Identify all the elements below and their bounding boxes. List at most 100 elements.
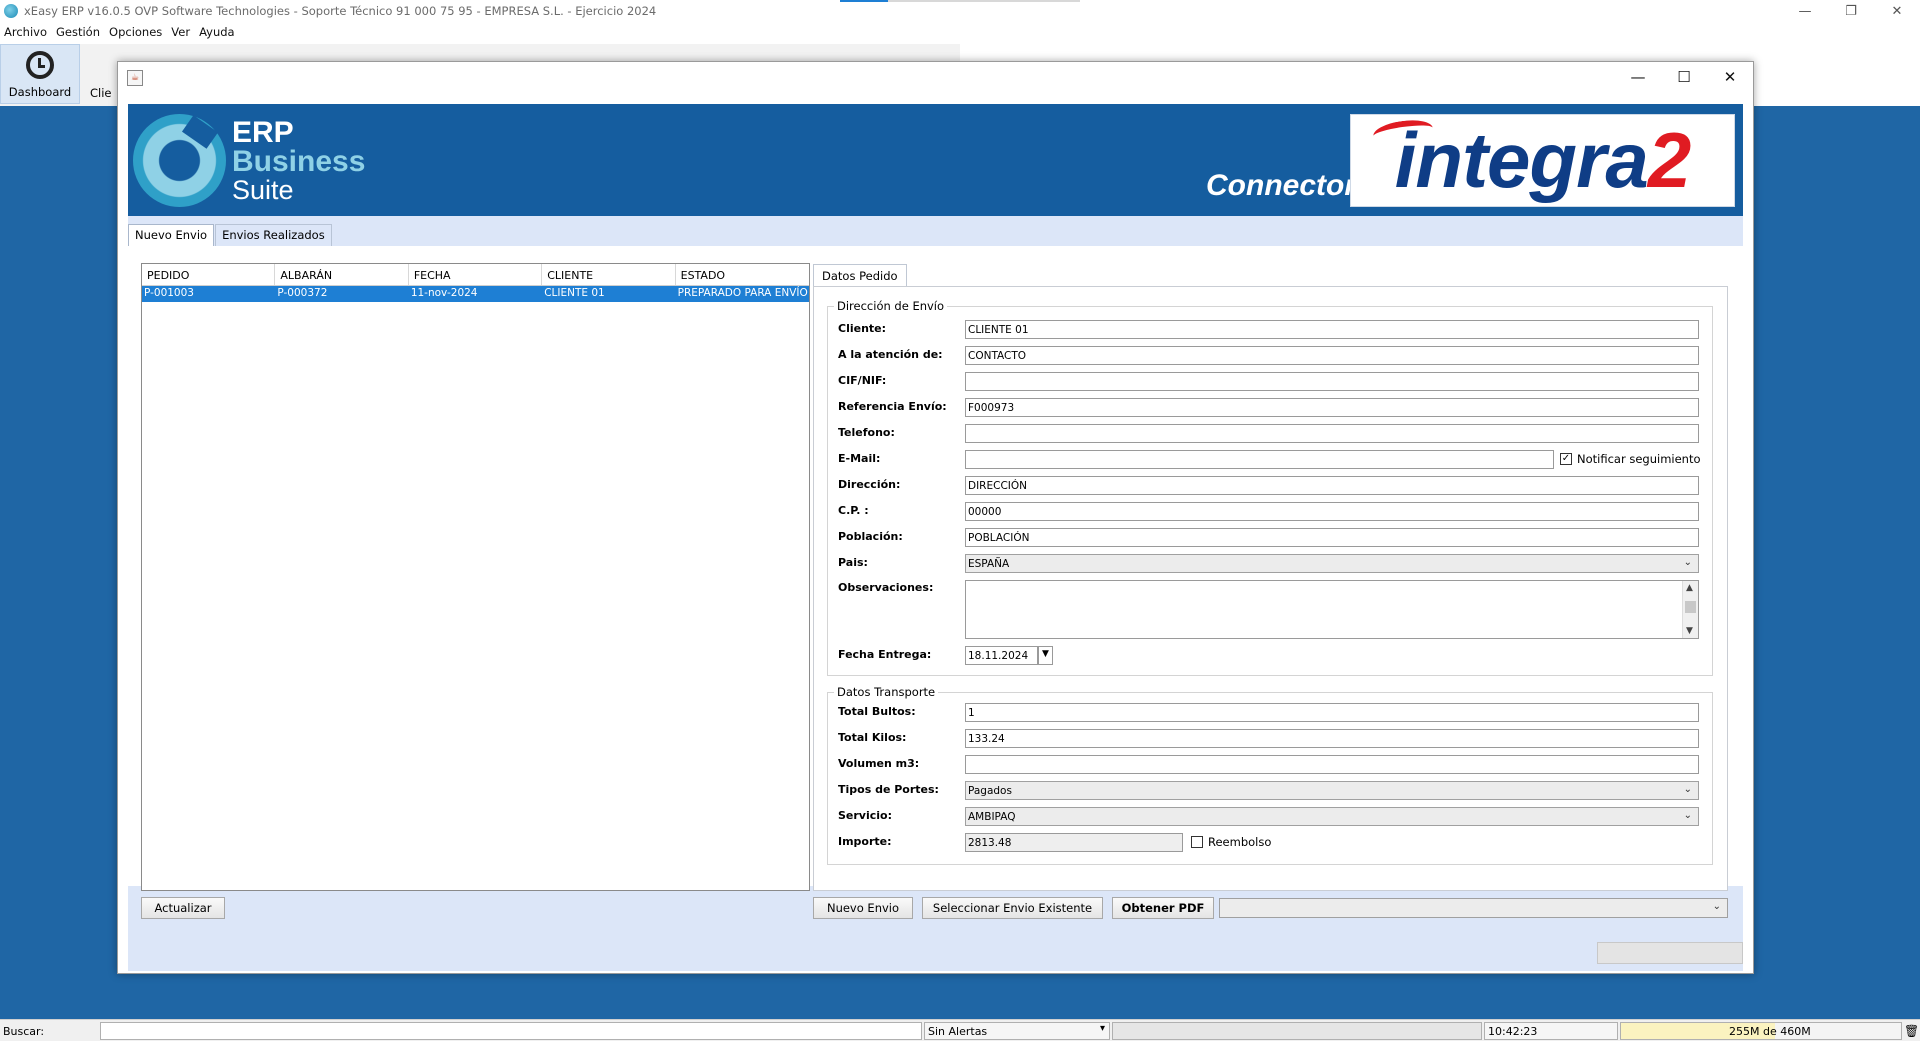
- kilos-field[interactable]: 133.24: [965, 729, 1699, 748]
- erp-logo-line3: Suite: [232, 175, 294, 205]
- pais-select[interactable]: ESPAÑA ⌄: [965, 554, 1699, 573]
- clientes-button[interactable]: Clie: [90, 44, 120, 104]
- volumen-label: Volumen m3:: [838, 757, 920, 770]
- erp-logo-line2: Business: [232, 145, 366, 178]
- dialog-maximize-icon[interactable]: ☐: [1661, 62, 1707, 92]
- title-progress-strip: [840, 0, 1080, 2]
- tab-datos-pedido[interactable]: Datos Pedido: [813, 264, 907, 286]
- calendar-dropdown-icon[interactable]: ▼: [1038, 646, 1053, 665]
- atencion-field[interactable]: CONTACTO: [965, 346, 1699, 365]
- pais-value: ESPAÑA: [968, 558, 1010, 570]
- integra-logo-two: 2: [1647, 116, 1691, 204]
- cliente-label: Cliente:: [838, 322, 887, 335]
- chevron-down-icon: ⌄: [1683, 557, 1692, 568]
- cell-fecha: 11-nov-2024: [410, 287, 478, 299]
- menu-archivo[interactable]: Archivo: [4, 25, 47, 39]
- seleccionar-envio-button[interactable]: Seleccionar Envio Existente: [922, 897, 1103, 919]
- pais-label: Pais:: [838, 556, 868, 569]
- memory-bar[interactable]: 255M de 460M: [1620, 1022, 1902, 1040]
- menu-ver[interactable]: Ver: [171, 25, 190, 39]
- cell-albaran: P-000372: [277, 287, 328, 299]
- dialog-minimize-icon[interactable]: —: [1615, 62, 1661, 92]
- observaciones-scrollbar[interactable]: ▲ ▼: [1682, 581, 1698, 638]
- restore-icon[interactable]: ❐: [1828, 0, 1874, 22]
- direccion-group: Dirección de Envío Cliente: CLIENTE 01 A…: [827, 299, 1713, 676]
- bultos-field[interactable]: 1: [965, 703, 1699, 722]
- reembolso-checkbox[interactable]: [1191, 836, 1203, 848]
- dialog-progress-bar: [1597, 942, 1743, 964]
- servicio-label: Servicio:: [838, 809, 892, 822]
- integra2-logo: integra2: [1350, 114, 1735, 207]
- portes-select[interactable]: Pagados ⌄: [965, 781, 1699, 800]
- kilos-label: Total Kilos:: [838, 731, 907, 744]
- alertas-select[interactable]: Sin Alertas ▾: [924, 1022, 1110, 1040]
- observaciones-label: Observaciones:: [838, 581, 934, 594]
- erp-logo-text: ERP Business Suite: [232, 118, 365, 205]
- referencia-field[interactable]: F000973: [965, 398, 1699, 417]
- tab-nuevo-envio[interactable]: Nuevo Envio: [128, 224, 215, 246]
- nuevo-envio-button[interactable]: Nuevo Envio: [813, 897, 913, 919]
- servicio-select[interactable]: AMBIPAQ ⌄: [965, 807, 1699, 826]
- app-window-controls: — ❐ ✕: [1782, 0, 1920, 22]
- trash-icon[interactable]: 🗑: [1904, 1022, 1919, 1040]
- app-title: xEasy ERP v16.0.5 OVP Software Technolog…: [24, 4, 657, 18]
- cif-field[interactable]: [965, 372, 1699, 391]
- direccion-group-title: Dirección de Envío: [834, 299, 948, 313]
- importe-field[interactable]: 2813.48: [965, 833, 1183, 852]
- scroll-thumb[interactable]: [1685, 601, 1696, 613]
- dialog-close-icon[interactable]: ✕: [1707, 62, 1753, 92]
- cliente-field[interactable]: CLIENTE 01: [965, 320, 1699, 339]
- menu-gestion[interactable]: Gestión: [56, 25, 100, 39]
- email-label: E-Mail:: [838, 452, 881, 465]
- col-fecha[interactable]: FECHA: [409, 264, 543, 285]
- scroll-up-icon[interactable]: ▲: [1686, 583, 1693, 593]
- clock-display: 10:42:23: [1484, 1022, 1618, 1040]
- actualizar-button[interactable]: Actualizar: [141, 897, 225, 919]
- nuevo-envio-panel: PEDIDO ALBARÁN FECHA CLIENTE ESTADO P-00…: [128, 246, 1743, 919]
- notificar-checkbox[interactable]: ✓: [1560, 453, 1572, 465]
- email-field[interactable]: [965, 450, 1554, 469]
- close-icon[interactable]: ✕: [1874, 0, 1920, 22]
- bultos-label: Total Bultos:: [838, 705, 916, 718]
- poblacion-label: Población:: [838, 530, 903, 543]
- menu-opciones[interactable]: Opciones: [109, 25, 162, 39]
- dashboard-button[interactable]: Dashboard: [0, 44, 80, 104]
- alertas-value: Sin Alertas: [928, 1025, 988, 1038]
- col-cliente[interactable]: CLIENTE: [542, 264, 676, 285]
- table-header: PEDIDO ALBARÁN FECHA CLIENTE ESTADO: [142, 264, 809, 286]
- tab-envios-realizados[interactable]: Envios Realizados: [215, 224, 332, 246]
- scroll-down-icon[interactable]: ▼: [1686, 626, 1693, 636]
- observaciones-textarea[interactable]: ▲ ▼: [965, 580, 1699, 639]
- fecha-entrega-field[interactable]: 18.11.2024: [965, 646, 1038, 665]
- minimize-icon[interactable]: —: [1782, 0, 1828, 22]
- direccion-field[interactable]: DIRECCIÓN: [965, 476, 1699, 495]
- chevron-down-icon: ⌄: [1683, 784, 1692, 795]
- chevron-down-icon: ⌄: [1683, 810, 1692, 821]
- connector-label: Connector: [1206, 169, 1356, 202]
- table-row[interactable]: P-001003 P-000372 11-nov-2024 CLIENTE 01…: [142, 286, 809, 302]
- main-tabs: Nuevo Envio Envios Realizados: [128, 224, 333, 246]
- banner: ERP Business Suite Connector integra2: [128, 104, 1743, 216]
- col-estado[interactable]: ESTADO: [676, 264, 809, 285]
- connector-dialog: ☕ — ☐ ✕ ERP Business Suite Connector int…: [117, 61, 1754, 974]
- telefono-field[interactable]: [965, 424, 1699, 443]
- status-progress-bar: [1112, 1022, 1482, 1040]
- transporte-group: Datos Transporte Total Bultos: 1 Total K…: [827, 685, 1713, 865]
- servicio-value: AMBIPAQ: [968, 811, 1016, 823]
- erp-logo-line1: ERP: [232, 116, 294, 149]
- buscar-input[interactable]: [100, 1022, 922, 1040]
- dialog-window-controls: — ☐ ✕: [1615, 62, 1753, 92]
- referencia-label: Referencia Envío:: [838, 400, 947, 413]
- volumen-field[interactable]: [965, 755, 1699, 774]
- obtener-pdf-button[interactable]: Obtener PDF: [1112, 897, 1214, 919]
- cp-field[interactable]: 00000: [965, 502, 1699, 521]
- time-value: 10:42:23: [1488, 1025, 1538, 1038]
- poblacion-field[interactable]: POBLACIÓN: [965, 528, 1699, 547]
- col-pedido[interactable]: PEDIDO: [142, 264, 276, 285]
- cell-estado: PREPARADO PARA ENVÍO: [677, 287, 808, 299]
- pdf-select[interactable]: ⌄: [1219, 898, 1728, 918]
- direccion-label: Dirección:: [838, 478, 901, 491]
- orders-table: PEDIDO ALBARÁN FECHA CLIENTE ESTADO P-00…: [141, 263, 810, 891]
- menu-ayuda[interactable]: Ayuda: [199, 25, 235, 39]
- col-albaran[interactable]: ALBARÁN: [275, 264, 409, 285]
